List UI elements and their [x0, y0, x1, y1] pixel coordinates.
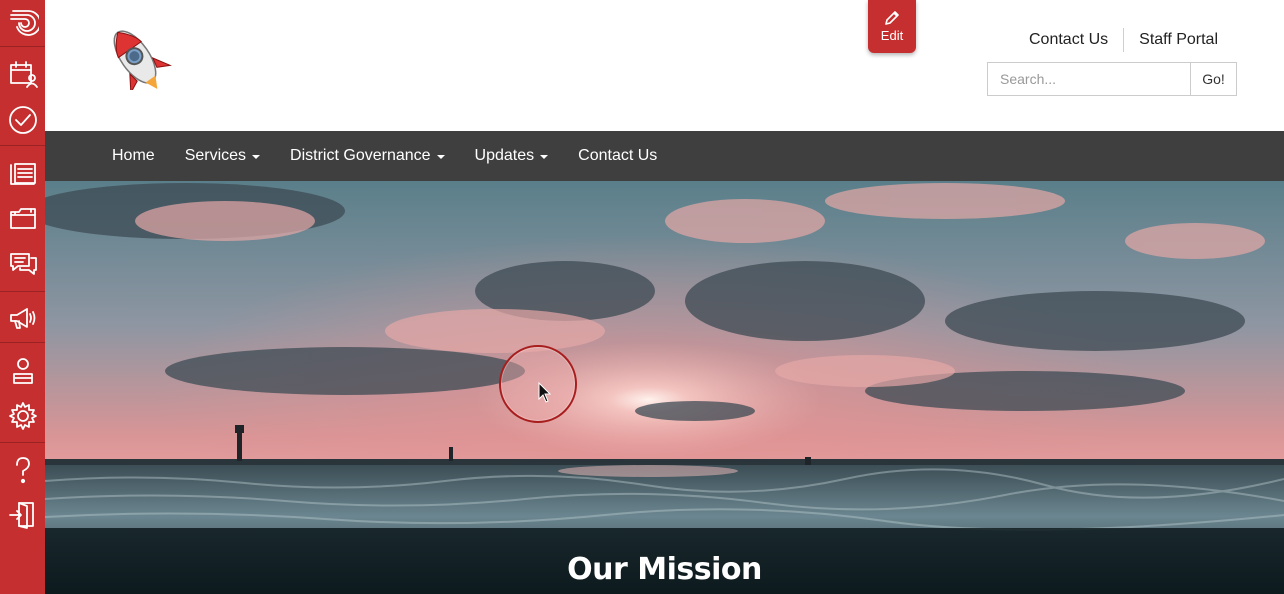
caret-down-icon — [436, 155, 445, 159]
pencil-icon — [885, 11, 899, 25]
gear-icon[interactable] — [0, 394, 45, 438]
folder-icon[interactable] — [0, 196, 45, 240]
mission-banner: Our Mission — [45, 528, 1284, 594]
rocket-logo[interactable] — [95, 24, 175, 95]
brand-swirl-icon[interactable] — [0, 0, 45, 44]
chat-bubbles-icon[interactable] — [0, 241, 45, 285]
hero-banner: Our Mission — [45, 181, 1284, 594]
megaphone-icon[interactable] — [0, 296, 45, 340]
help-icon[interactable] — [0, 448, 45, 492]
contact-us-link[interactable]: Contact Us — [1014, 28, 1123, 52]
admin-sidebar — [0, 0, 45, 594]
nav-item-services[interactable]: Services — [170, 131, 275, 181]
site-header: Edit Contact Us Staff Portal Go! — [45, 0, 1284, 131]
check-circle-icon[interactable] — [0, 98, 45, 142]
caret-down-icon — [252, 155, 261, 159]
search-input[interactable] — [987, 62, 1190, 96]
caret-down-icon — [540, 155, 549, 159]
main-nav: Home Services District Governance Update… — [45, 131, 1284, 181]
user-icon[interactable] — [0, 349, 45, 393]
mouse-pointer-icon — [538, 382, 552, 403]
utility-links: Contact Us Staff Portal — [1014, 28, 1233, 52]
search-form: Go! — [987, 62, 1237, 96]
nav-item-updates[interactable]: Updates — [460, 131, 564, 181]
nav-item-home[interactable]: Home — [97, 131, 170, 181]
search-go-button[interactable]: Go! — [1190, 62, 1237, 96]
edit-button[interactable]: Edit — [868, 0, 916, 53]
nav-item-district-governance[interactable]: District Governance — [275, 131, 460, 181]
staff-portal-link[interactable]: Staff Portal — [1123, 28, 1233, 52]
calendar-user-icon[interactable] — [0, 52, 45, 96]
page-list-icon[interactable] — [0, 151, 45, 195]
edit-label: Edit — [880, 28, 904, 43]
mission-title: Our Mission — [567, 552, 762, 587]
logout-icon[interactable] — [0, 492, 45, 536]
nav-item-contact-us[interactable]: Contact Us — [563, 131, 672, 181]
